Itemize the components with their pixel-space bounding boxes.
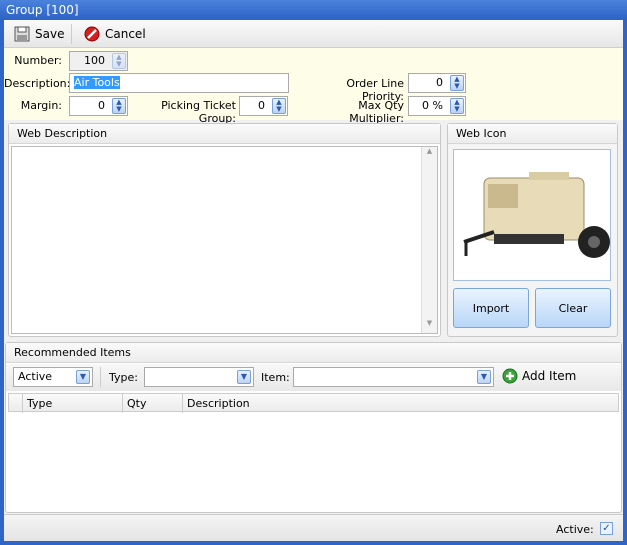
spinner-icon[interactable]: ▲ ▼ bbox=[112, 98, 126, 114]
web-icon-image bbox=[453, 149, 611, 281]
clear-button[interactable]: Clear bbox=[535, 288, 611, 328]
spinner-icon[interactable]: ▲ ▼ bbox=[450, 98, 464, 114]
max-qty-field[interactable]: 0 % ▲ ▼ bbox=[408, 96, 466, 116]
web-icon-panel: Web Icon Import Clear bbox=[447, 123, 618, 337]
picking-ticket-field[interactable]: 0 ▲ ▼ bbox=[239, 96, 288, 116]
status-value: Active bbox=[18, 370, 53, 383]
picking-value: 0 bbox=[258, 99, 265, 112]
save-label: Save bbox=[35, 27, 65, 41]
margin-label: Margin: bbox=[20, 99, 62, 112]
number-field[interactable]: 100 ▲ ▼ bbox=[69, 51, 128, 71]
window-body: Save Cancel Number: 100 ▲ ▼ Description: A… bbox=[4, 20, 623, 541]
add-icon bbox=[502, 368, 518, 384]
spinner-icon[interactable]: ▲ ▼ bbox=[450, 75, 464, 91]
scroll-down-icon[interactable]: ▼ bbox=[422, 319, 437, 333]
number-value: 100 bbox=[84, 54, 105, 67]
chevron-down-icon[interactable]: ▼ bbox=[237, 370, 251, 384]
add-item-label: Add Item bbox=[522, 369, 577, 383]
order-priority-value: 0 bbox=[436, 76, 443, 89]
footer-bar: Active: ✓ bbox=[4, 514, 623, 541]
margin-field[interactable]: 0 ▲ ▼ bbox=[69, 96, 128, 116]
recommended-items-title: Recommended Items bbox=[6, 343, 621, 363]
cancel-label: Cancel bbox=[105, 27, 146, 41]
divider bbox=[100, 367, 101, 387]
column-description[interactable]: Description bbox=[183, 394, 619, 413]
air-compressor-image bbox=[463, 172, 610, 258]
group-form: Number: 100 ▲ ▼ Description: Air Tools Mar… bbox=[4, 48, 623, 125]
scroll-up-icon[interactable]: ▲ bbox=[422, 147, 437, 161]
web-description-textarea[interactable]: ▲ ▼ bbox=[11, 146, 438, 334]
spinner-icon[interactable]: ▲ ▼ bbox=[272, 98, 286, 114]
web-description-panel: Web Description ▲ ▼ bbox=[8, 123, 441, 337]
toolbar: Save Cancel bbox=[4, 20, 623, 48]
description-input[interactable]: Air Tools bbox=[69, 73, 289, 93]
cancel-button[interactable]: Cancel bbox=[84, 24, 146, 44]
description-label: Description: bbox=[4, 77, 71, 90]
item-label: Item: bbox=[261, 371, 290, 384]
max-qty-label: Max Qty Multiplier: bbox=[349, 99, 404, 125]
web-icon-title: Web Icon bbox=[448, 124, 617, 144]
type-label: Type: bbox=[109, 371, 138, 384]
margin-value: 0 bbox=[98, 99, 105, 112]
status-dropdown[interactable]: Active ▼ bbox=[13, 367, 93, 387]
description-value: Air Tools bbox=[74, 76, 120, 89]
recommended-toolbar: Active ▼ Type: ▼ Item: ▼ Add Item bbox=[6, 364, 621, 391]
chevron-down-icon[interactable]: ▼ bbox=[477, 370, 491, 384]
floppy-disk-icon bbox=[14, 26, 30, 42]
max-qty-value: 0 % bbox=[422, 99, 443, 112]
recommended-items-panel: Recommended Items Active ▼ Type: ▼ Item: … bbox=[5, 342, 622, 513]
type-dropdown[interactable]: ▼ bbox=[144, 367, 254, 387]
column-qty[interactable]: Qty bbox=[123, 394, 183, 413]
import-button[interactable]: Import bbox=[453, 288, 529, 328]
row-selector-header bbox=[9, 394, 23, 413]
column-type[interactable]: Type bbox=[23, 394, 123, 413]
toolbar-divider bbox=[71, 24, 72, 44]
save-button[interactable]: Save bbox=[14, 24, 64, 44]
number-label: Number: bbox=[14, 54, 62, 67]
add-item-button[interactable]: Add Item bbox=[502, 368, 576, 384]
spinner-icon: ▲ ▼ bbox=[112, 53, 126, 69]
order-line-priority-field[interactable]: 0 ▲ ▼ bbox=[408, 73, 466, 93]
scrollbar[interactable]: ▲ ▼ bbox=[421, 147, 437, 333]
window-title: Group [100] bbox=[0, 0, 627, 20]
active-checkbox[interactable]: ✓ bbox=[600, 522, 613, 535]
web-description-title: Web Description bbox=[9, 124, 440, 144]
active-label: Active: bbox=[556, 523, 594, 536]
cancel-icon bbox=[84, 26, 100, 42]
item-dropdown[interactable]: ▼ bbox=[293, 367, 494, 387]
picking-ticket-label: Picking Ticket Group: bbox=[161, 99, 236, 125]
chevron-down-icon[interactable]: ▼ bbox=[76, 370, 90, 384]
items-table-header: Type Qty Description bbox=[8, 393, 619, 413]
